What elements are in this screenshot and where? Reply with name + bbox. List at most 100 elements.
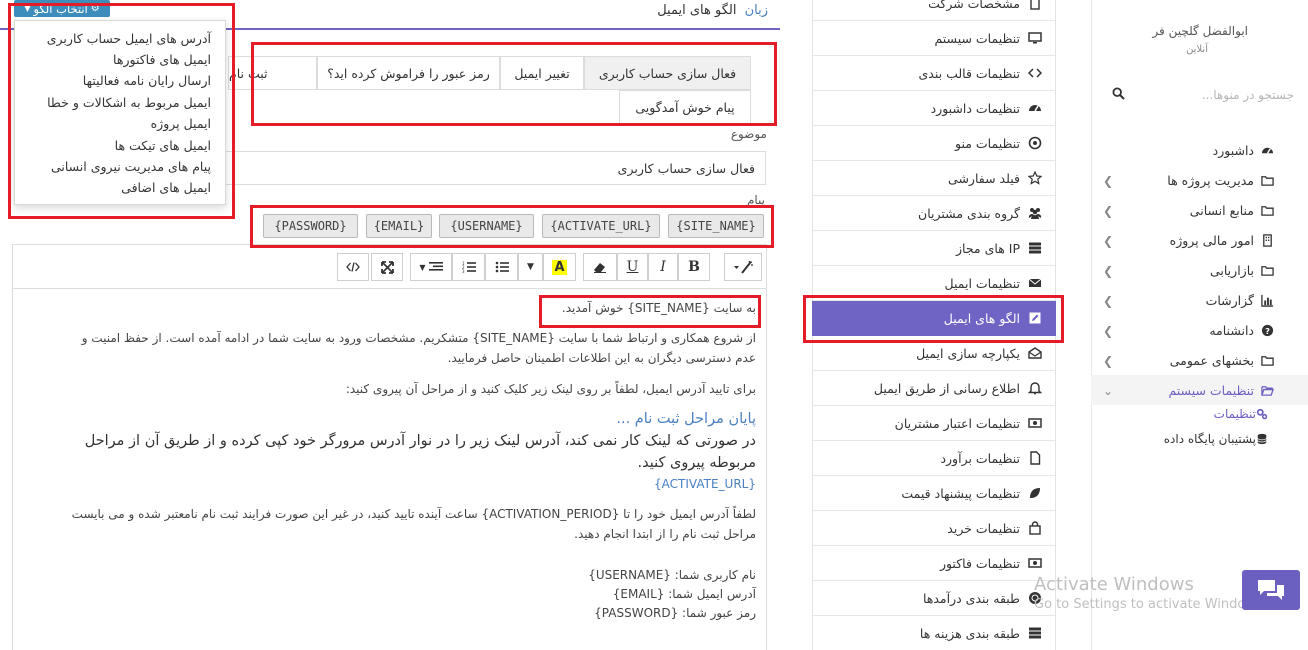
token-password[interactable]: {PASSWORD}: [263, 214, 358, 238]
tab-register[interactable]: ثبت نام: [228, 56, 317, 90]
settings-item-system[interactable]: تنظیمات سیستم: [812, 21, 1056, 56]
list-ol-icon: 123: [462, 261, 476, 273]
toolbar-align-button[interactable]: ▼: [410, 253, 452, 281]
toolbar-codeview-button[interactable]: [337, 253, 369, 281]
body-paragraph: از شروع همکاری و ارتباط شما با سایت {SIT…: [81, 331, 756, 345]
pattern-menu-item[interactable]: ایمیل مربوط به اشکالات و خطا: [47, 95, 211, 110]
tab-account-activation[interactable]: فعال سازی حساب کاربری: [584, 56, 751, 90]
pattern-menu-item[interactable]: ارسال رایان نامه فعالیتها: [83, 73, 211, 88]
settings-item-company[interactable]: مشخصات شرکت: [812, 0, 1056, 21]
pattern-menu-item[interactable]: ایمیل پروژه: [151, 116, 211, 131]
settings-item-allowed-ips[interactable]: IP های مجاز: [812, 231, 1056, 266]
settings-item-dashboard[interactable]: تنظیمات داشبورد: [812, 91, 1056, 126]
nav-item-knowledge[interactable]: ? دانشنامه ❯: [1091, 315, 1308, 345]
toolbar-eraser-button[interactable]: [583, 253, 617, 281]
chat-button[interactable]: [1242, 570, 1300, 610]
token-username[interactable]: {USERNAME}: [439, 214, 534, 238]
folder-icon: [1261, 206, 1274, 216]
activate-url-link[interactable]: {ACTIVATE_URL}: [654, 477, 756, 491]
nav-item-general[interactable]: بخشهای عمومی ❯: [1091, 345, 1308, 375]
chevron-left-icon: ❯: [1103, 264, 1114, 278]
pattern-menu-item[interactable]: آدرس های ایمیل حساب کاربری: [47, 31, 211, 46]
tab-change-email[interactable]: تغییر ایمیل: [500, 56, 584, 90]
nav-item-projects[interactable]: مدیریت پروژه ها ❯: [1091, 165, 1308, 195]
activation-link[interactable]: پایان مراحل ثبت نام ...: [616, 411, 756, 427]
toolbar-fullscreen-button[interactable]: [371, 253, 403, 281]
message-label: پیام: [746, 193, 765, 207]
settings-item-invoice[interactable]: تنظیمات فاکتور: [812, 546, 1056, 581]
toolbar-italic-button[interactable]: I: [648, 253, 678, 281]
settings-item-email-integration[interactable]: یکپارچه سازی ایمیل: [812, 336, 1056, 371]
chevron-left-icon: ❯: [1103, 324, 1114, 338]
settings-item-email-notify[interactable]: اطلاع رسانی از طریق ایمیل: [812, 371, 1056, 406]
token-email[interactable]: {EMAIL}: [366, 214, 432, 238]
align-icon: [428, 262, 443, 271]
settings-item-expense-categories[interactable]: طبقه بندی هزینه ها: [812, 616, 1056, 650]
nav-item-hr[interactable]: منابع انسانی ❯: [1091, 195, 1308, 225]
settings-item-menu[interactable]: تنظیمات منو: [812, 126, 1056, 161]
toolbar-underline-button[interactable]: U: [617, 253, 648, 281]
settings-item-template[interactable]: تنظیمات قالب بندی: [812, 56, 1056, 91]
toolbar-magic-button[interactable]: [724, 253, 762, 281]
chevron-left-icon: ❯: [1103, 174, 1114, 188]
user-status: آنلاین: [1186, 44, 1208, 55]
settings-item-customer-credit[interactable]: تنظیمات اعتبار مشتریان: [812, 406, 1056, 441]
pattern-menu-item[interactable]: ایمیل های اضافی: [121, 180, 211, 195]
pattern-menu-item[interactable]: ایمیل های فاکتورها: [113, 52, 211, 67]
folder-icon: [1261, 176, 1274, 186]
building-icon: [1030, 0, 1040, 10]
settings-item-income-categories[interactable]: طبقه بندی درآمدها: [812, 581, 1056, 616]
nav-sub-backup[interactable]: پشتیبان پایگاه داده: [1091, 428, 1308, 450]
users-icon: [1028, 208, 1042, 219]
pattern-menu-item[interactable]: پیام های مدیریت نیروی انسانی: [51, 159, 211, 174]
dashboard-icon: [1029, 105, 1041, 112]
tab-welcome-message[interactable]: پیام خوش آمدگویی: [619, 90, 751, 124]
toolbar-color-button[interactable]: A: [543, 253, 576, 281]
money-icon: [1028, 418, 1042, 428]
envelope-open-icon: [1028, 347, 1042, 359]
nav-item-reports[interactable]: گزارشات ❯: [1091, 285, 1308, 315]
chevron-left-icon: ❯: [1103, 234, 1114, 248]
database-icon: [1257, 433, 1267, 445]
folder-icon: [1261, 266, 1274, 276]
nav-sub-settings[interactable]: تنظیمات: [1091, 403, 1308, 425]
nav-item-dashboard[interactable]: داشبورد: [1091, 135, 1308, 165]
server-icon: [1029, 627, 1041, 639]
toolbar-ol-button[interactable]: 123: [452, 253, 485, 281]
caret-down-icon: ▼: [527, 262, 534, 272]
settings-item-custom-field[interactable]: فیلد سفارشی: [812, 161, 1056, 196]
star-icon: [1028, 171, 1042, 185]
search-icon: [1112, 87, 1125, 100]
token-site-name[interactable]: {SITE_NAME}: [668, 214, 764, 238]
edit-icon: [1029, 312, 1041, 324]
bar-chart-icon: [1261, 294, 1274, 307]
tab-forgot-password[interactable]: رمز عبور را فراموش کرده اید؟: [317, 56, 500, 90]
menu-search[interactable]: [1102, 82, 1302, 108]
chevron-down-icon: ⌄: [1103, 384, 1114, 398]
menu-search-input[interactable]: [1102, 82, 1302, 108]
subject-label: موضوع: [730, 127, 767, 141]
select-pattern-button[interactable]: ⚙ انتخاب الگو ▼: [14, 0, 110, 17]
pattern-menu-item[interactable]: ایمیل های تیکت ها: [115, 138, 211, 153]
nav-item-finance[interactable]: امور مالی پروژه ❯: [1091, 225, 1308, 255]
settings-item-purchase[interactable]: تنظیمات خرید: [812, 511, 1056, 546]
user-name: ابوالفضل گلچین فر: [1152, 24, 1248, 38]
body-paragraph: عدم دسترسی دیگران به این اطلاعات اطمینان…: [447, 351, 756, 365]
settings-item-email-settings[interactable]: تنظیمات ایمیل: [812, 266, 1056, 301]
language-link[interactable]: زبان: [745, 3, 768, 18]
bell-icon: [1028, 382, 1042, 395]
settings-item-email-templates[interactable]: الگو های ایمیل: [812, 301, 1056, 336]
token-activate-url[interactable]: {ACTIVATE_URL}: [542, 214, 660, 238]
toolbar-color-dropdown[interactable]: ▼: [518, 253, 543, 281]
gears-icon: ⚙: [90, 3, 100, 14]
settings-item-proposal[interactable]: تنظیمات پیشنهاد قیمت: [812, 476, 1056, 511]
body-username-line: نام کاربری شما: {USERNAME}: [588, 568, 756, 582]
toolbar-ul-button[interactable]: [485, 253, 518, 281]
question-icon: ?: [1261, 324, 1274, 337]
settings-item-customer-groups[interactable]: گروه بندی مشتریان: [812, 196, 1056, 231]
toolbar-bold-button[interactable]: B: [678, 253, 710, 281]
nav-item-system-settings[interactable]: تنظیمات سیستم ⌄: [1091, 375, 1308, 405]
nav-item-marketing[interactable]: بازاریابی ❯: [1091, 255, 1308, 285]
folder-icon: [1261, 356, 1274, 366]
settings-item-estimate[interactable]: تنظیمات برآورد: [812, 441, 1056, 476]
